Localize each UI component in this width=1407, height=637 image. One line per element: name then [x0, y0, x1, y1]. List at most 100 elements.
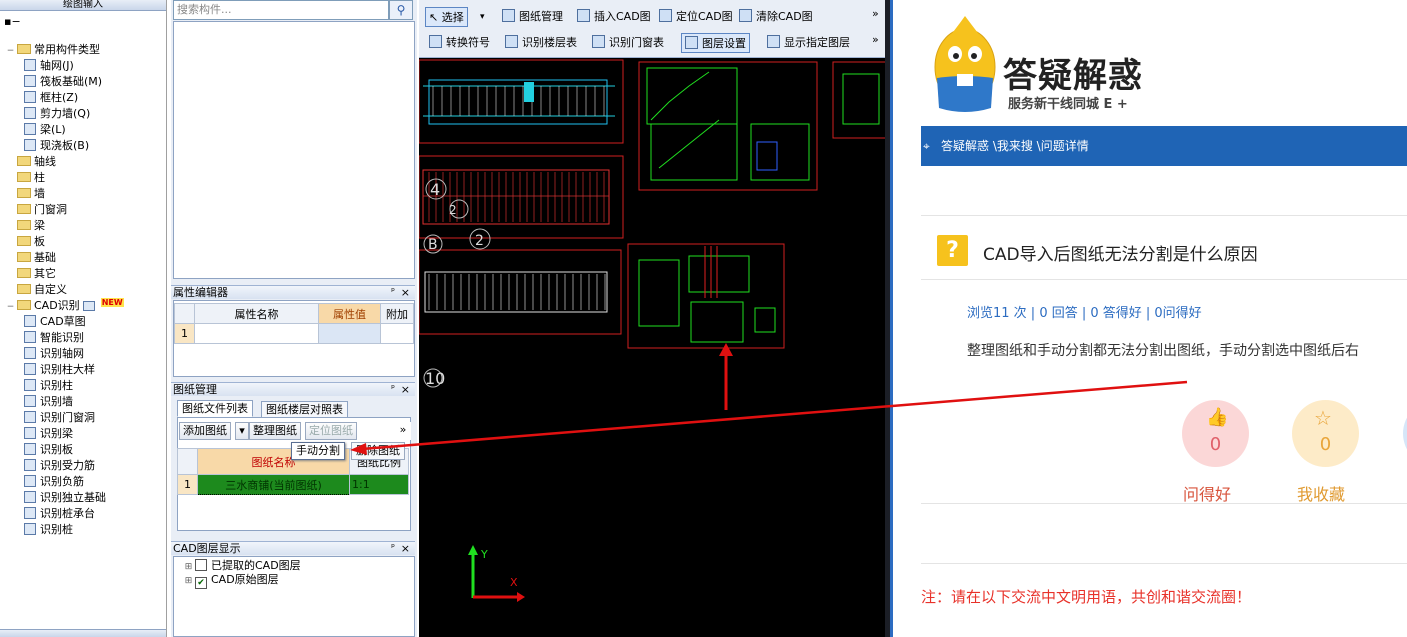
recognize-door-table-button[interactable]: 识别门窗表 [592, 33, 664, 53]
tree-folder-7[interactable]: 其它 [4, 266, 56, 282]
pin-icon[interactable]: ᵖ [391, 542, 395, 555]
drawing-name-cell[interactable]: 三水商铺(当前图纸) [197, 474, 350, 495]
select-dropdown-icon[interactable]: ▾ [480, 7, 485, 27]
middle-panel: 搜索构件... ⚲ 属性编辑器 ᵖ × 属性名称 属性值 附加 1 图纸管理 ᵖ… [171, 0, 417, 637]
tree-item-common-1[interactable]: 筏板基础(M) [24, 74, 102, 90]
show-layer-button[interactable]: 显示指定图层 [767, 33, 850, 53]
tree-item-cad-2[interactable]: 识别轴网 [24, 346, 84, 362]
convert-symbol-button[interactable]: 转换符号 [429, 33, 490, 53]
component-tree-panel: 绘图输入 ▪− − 常用构件类型 − CAD识别 NEW 轴网(J) 筏板基础(M) 框柱… [0, 0, 167, 637]
tree-item-common-2[interactable]: 框柱(Z) [24, 90, 78, 106]
tree-folder-8[interactable]: 自定义 [4, 282, 67, 298]
insert-icon [577, 9, 590, 22]
tab-drawing-list[interactable]: 图纸文件列表 [177, 400, 253, 417]
more-chevron-icon[interactable]: » [872, 30, 879, 50]
delete-drawing-button[interactable]: 删除图纸 [351, 442, 405, 460]
dropdown-arrow-icon[interactable]: ▾ [235, 422, 249, 440]
search-icon[interactable]: ⚲ [389, 0, 413, 20]
tab-floor-mapping[interactable]: 图纸楼层对照表 [261, 401, 348, 418]
draw-input-header[interactable]: 绘图输入 [0, 0, 166, 11]
tree-item-cad-3[interactable]: 识别柱大样 [24, 362, 95, 378]
tree-folder-6[interactable]: 基础 [4, 250, 56, 266]
layer-original[interactable]: ⊞ ✔ CAD原始图层 [182, 572, 279, 589]
checkbox[interactable] [195, 559, 207, 571]
tree-item-cad-9[interactable]: 识别受力筋 [24, 458, 95, 474]
drawing-mgmt-title: 图纸管理 ᵖ × [171, 382, 415, 396]
tree-item-common-5[interactable]: 现浇板(B) [24, 138, 89, 154]
tree-item-cad-4[interactable]: 识别柱 [24, 378, 73, 394]
item-cad-8-icon [24, 443, 36, 455]
tree-item-cad-12[interactable]: 识别桩承台 [24, 506, 95, 522]
layer-settings-button[interactable]: 图层设置 [681, 33, 750, 53]
property-grid: 属性名称 属性值 附加 1 [174, 303, 414, 344]
tree-item-cad-11[interactable]: 识别独立基础 [24, 490, 106, 506]
tree-item-cad-7[interactable]: 识别梁 [24, 426, 73, 442]
tree-item-common-0[interactable]: 轴网(J) [24, 58, 74, 74]
arrange-drawing-button[interactable]: 整理图纸 [249, 422, 301, 440]
property-name-cell[interactable] [194, 323, 319, 344]
tree-root-common[interactable]: − 常用构件类型 [4, 42, 100, 58]
property-value-cell[interactable] [318, 323, 381, 344]
folder-icon [17, 172, 31, 182]
expand-icon[interactable]: ⊞ [182, 573, 195, 589]
locate-cad-button[interactable]: 定位CAD图 [659, 7, 733, 27]
property-editor: 属性名称 属性值 附加 1 [173, 300, 415, 377]
more-chevron-icon[interactable]: » [872, 4, 879, 24]
cad-canvas[interactable]: 4 2 B 2 10 Y X [419, 58, 885, 637]
collapse-icon[interactable]: ▪− [4, 15, 21, 28]
tree-item-common-3[interactable]: 剪力墙(Q) [24, 106, 90, 122]
civility-note: 注：请在以下交流中文明用语，共创和谐交流圈！ [921, 588, 1252, 606]
share-button[interactable] [1403, 400, 1407, 467]
close-icon[interactable]: × [401, 542, 410, 555]
drawing-scale-cell[interactable]: 1:1 [349, 474, 409, 495]
tree-item-cad-10[interactable]: 识别负筋 [24, 474, 84, 490]
tree-folder-0[interactable]: 轴线 [4, 154, 56, 170]
tree-item-cad-0[interactable]: CAD草图 [24, 314, 86, 330]
close-icon[interactable]: × [401, 286, 410, 299]
tree-item-cad-6[interactable]: 识别门窗洞 [24, 410, 95, 426]
tree-folder-2[interactable]: 墙 [4, 186, 45, 202]
qa-webpage: 答疑解惑 服务新干线同城 E + ⌖ 答疑解惑 \我来搜 \问题详情 ? CAD… [921, 0, 1407, 637]
like-button[interactable]: 👍 0 [1182, 400, 1249, 467]
manual-split-menu-item[interactable]: 手动分割 [291, 442, 345, 460]
select-tool-button[interactable]: ↖ 选择 [425, 7, 468, 27]
collapse-toggle-icon[interactable]: − [4, 43, 17, 59]
tree-folder-3[interactable]: 门窗洞 [4, 202, 67, 218]
pin-icon[interactable]: ᵖ [391, 286, 395, 299]
breadcrumb: ⌖ 答疑解惑 \我来搜 \问题详情 [921, 126, 1407, 166]
cursor-icon: ↖ [429, 11, 442, 24]
tree-folder-1[interactable]: 柱 [4, 170, 45, 186]
favorite-label[interactable]: 我收藏 [1297, 481, 1345, 505]
item-cad-1-icon [24, 331, 36, 343]
like-label[interactable]: 问得好 [1183, 481, 1231, 505]
cad-layer-list: ⊞ 已提取的CAD图层 ⊞ ✔ CAD原始图层 [173, 556, 415, 637]
axis-label: B [428, 237, 438, 253]
tree-item-common-4[interactable]: 梁(L) [24, 122, 66, 138]
tree-item-cad-1[interactable]: 智能识别 [24, 330, 84, 346]
cad-icon [767, 35, 780, 48]
pin-icon[interactable]: ᵖ [391, 383, 395, 396]
extra-cell[interactable] [380, 323, 414, 344]
search-input[interactable]: 搜索构件... [173, 0, 389, 20]
question-title: CAD导入后图纸无法分割是什么原因 [983, 245, 1258, 265]
tree-folder-cad[interactable]: − CAD识别 NEW [4, 298, 124, 314]
close-icon[interactable]: × [401, 383, 410, 396]
collapse-toggle-icon[interactable]: − [4, 299, 17, 315]
favorite-button[interactable]: ☆ 0 [1292, 400, 1359, 467]
axis-label: 10 [425, 369, 445, 388]
cad-layer-title: CAD图层显示 ᵖ × [171, 541, 415, 555]
tree-item-cad-8[interactable]: 识别板 [24, 442, 73, 458]
tree-folder-5[interactable]: 板 [4, 234, 45, 250]
checkbox-checked-icon[interactable]: ✔ [195, 577, 207, 589]
more-chevron-icon[interactable]: » [395, 422, 411, 440]
component-list[interactable] [173, 21, 415, 279]
recognize-floor-table-button[interactable]: 识别楼层表 [505, 33, 577, 53]
tree-item-cad-13[interactable]: 识别桩 [24, 522, 73, 538]
insert-cad-button[interactable]: 插入CAD图 [577, 7, 651, 27]
add-drawing-button[interactable]: 添加图纸 [179, 422, 231, 440]
tree-item-cad-5[interactable]: 识别墙 [24, 394, 73, 410]
tree-folder-4[interactable]: 梁 [4, 218, 45, 234]
drawing-mgmt-button[interactable]: 图纸管理 [502, 7, 563, 27]
location-pin-icon: ⌖ [923, 139, 930, 153]
clear-cad-button[interactable]: 清除CAD图 [739, 7, 813, 27]
